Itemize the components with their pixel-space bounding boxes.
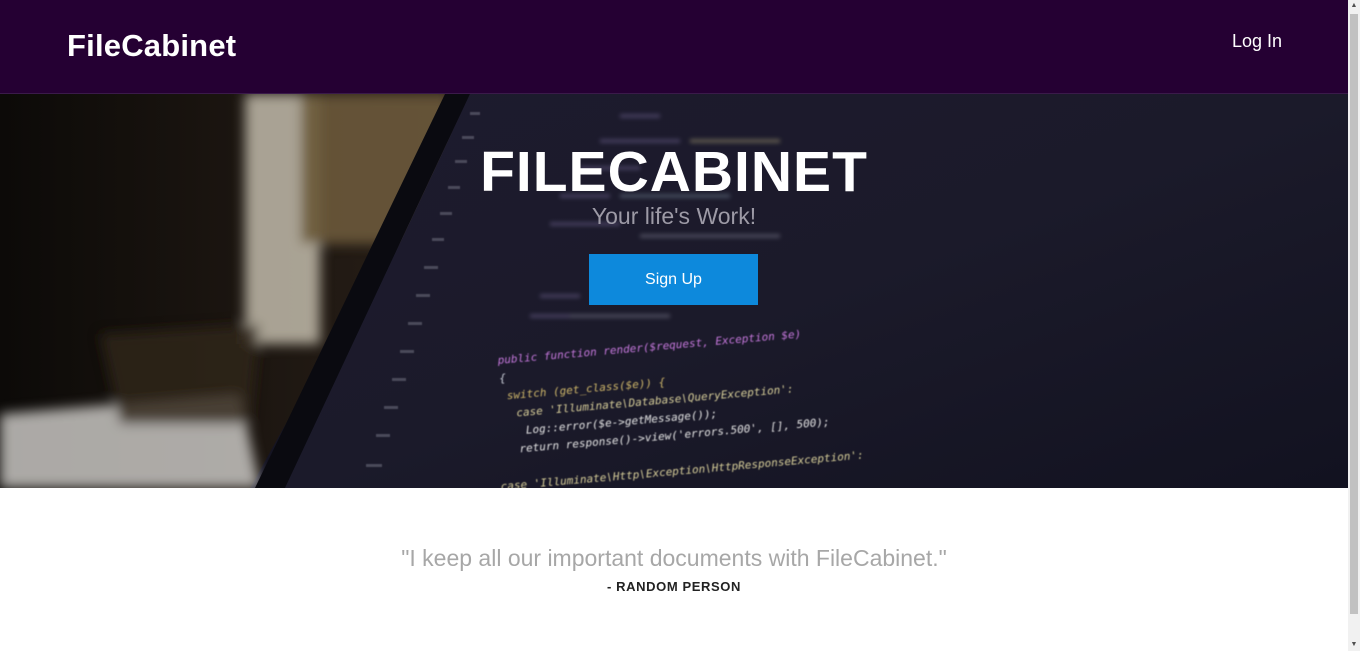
brand-logo[interactable]: FileCabinet bbox=[67, 27, 236, 65]
testimonial-quote: "I keep all our important documents with… bbox=[401, 545, 947, 571]
signup-button[interactable]: Sign Up bbox=[589, 254, 758, 305]
chevron-down-icon[interactable]: ▼ bbox=[1348, 639, 1360, 651]
chevron-up-icon[interactable]: ▲ bbox=[1348, 0, 1360, 12]
browser-viewport: FileCabinet Log In public function rende… bbox=[0, 0, 1348, 651]
login-link[interactable]: Log In bbox=[1232, 30, 1282, 52]
hero-title: FILECABINET bbox=[480, 140, 868, 204]
hero-subtitle: Your life's Work! bbox=[591, 203, 757, 229]
navbar: FileCabinet Log In bbox=[0, 0, 1348, 94]
hero-section: public function render($request, Excepti… bbox=[0, 94, 1348, 488]
vertical-scrollbar[interactable]: ▲ ▼ bbox=[1348, 0, 1360, 651]
testimonial-author: - RANDOM PERSON bbox=[607, 579, 741, 594]
page: FileCabinet Log In public function rende… bbox=[0, 0, 1360, 651]
scrollbar-thumb[interactable] bbox=[1350, 14, 1358, 614]
